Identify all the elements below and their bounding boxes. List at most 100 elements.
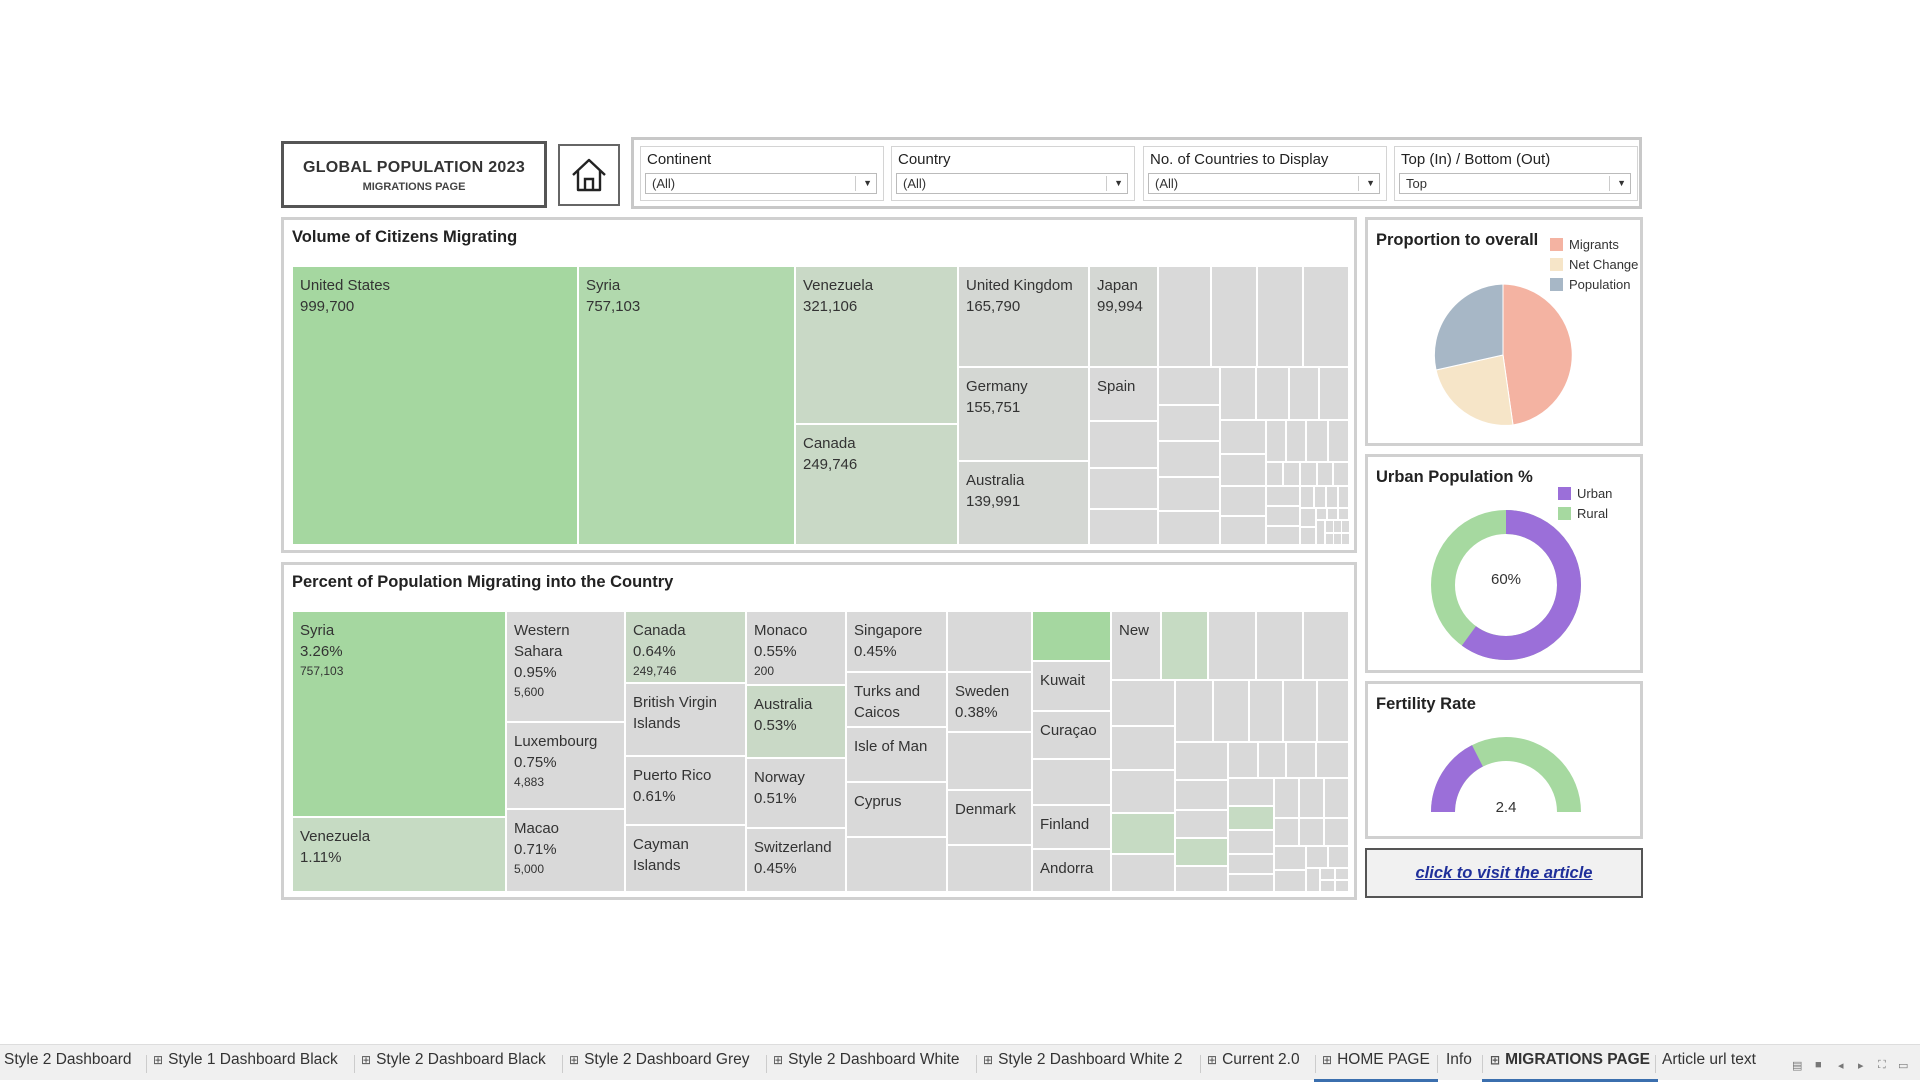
chevron-down-icon[interactable]: ▼ xyxy=(1114,174,1123,193)
tab-migrations-page[interactable]: ⊞ MIGRATIONS PAGE xyxy=(1482,1051,1659,1082)
next-sheet-icon[interactable]: ▸ xyxy=(1858,1059,1864,1072)
treemap-tile[interactable] xyxy=(1326,486,1338,508)
treemap-tile[interactable]: Syria 757,103 xyxy=(578,266,795,545)
treemap-tile[interactable]: Luxembourg 0.75% 4,883 xyxy=(506,722,625,809)
tab-current-2-0[interactable]: ⊞ Current 2.0 xyxy=(1207,1051,1300,1079)
continent-filter[interactable]: Continent (All) ▼ xyxy=(640,146,884,201)
home-button[interactable] xyxy=(558,144,620,206)
treemap-tile[interactable] xyxy=(1111,680,1175,726)
treemap-tile[interactable] xyxy=(1175,810,1228,838)
treemap-tile[interactable]: Andorra xyxy=(1032,849,1111,892)
treemap-tile[interactable] xyxy=(1300,527,1316,545)
tab-home-page[interactable]: ⊞ HOME PAGE xyxy=(1314,1051,1438,1082)
tab-style-2-dashboard-white[interactable]: ⊞ Style 2 Dashboard White xyxy=(773,1051,960,1079)
treemap-tile[interactable] xyxy=(1175,680,1213,742)
treemap-tile[interactable] xyxy=(1303,611,1349,680)
treemap-tile[interactable] xyxy=(1111,813,1175,854)
treemap-tile[interactable] xyxy=(1274,778,1299,818)
treemap-tile[interactable] xyxy=(1319,367,1349,420)
treemap-tile[interactable] xyxy=(1341,520,1350,533)
treemap-tile[interactable] xyxy=(1220,420,1266,454)
article-link[interactable]: click to visit the article xyxy=(1416,864,1593,883)
treemap-tile[interactable] xyxy=(1328,420,1349,462)
treemap-tile[interactable] xyxy=(1283,462,1300,486)
treemap-tile[interactable] xyxy=(1306,868,1320,892)
treemap-tile[interactable]: Cyprus xyxy=(846,782,947,837)
treemap-tile[interactable] xyxy=(1228,806,1274,830)
treemap-tile[interactable]: Canada 249,746 xyxy=(795,424,958,545)
film-strip-icon[interactable]: ■ xyxy=(1815,1059,1822,1071)
treemap-tile[interactable]: Sweden 0.38% xyxy=(947,672,1032,732)
top-bottom-filter[interactable]: Top (In) / Bottom (Out) Top ▼ xyxy=(1394,146,1638,201)
treemap-tile[interactable]: Denmark xyxy=(947,790,1032,845)
country-select[interactable]: (All) ▼ xyxy=(896,173,1128,194)
treemap-tile[interactable] xyxy=(1316,508,1327,520)
country-filter[interactable]: Country (All) ▼ xyxy=(891,146,1135,201)
treemap-tile[interactable]: Norway 0.51% xyxy=(746,758,846,828)
treemap-tile[interactable]: Curaçao xyxy=(1032,711,1111,759)
treemap-tile[interactable] xyxy=(1286,420,1306,462)
treemap-tile[interactable] xyxy=(1300,508,1316,527)
treemap-tile[interactable] xyxy=(1111,770,1175,813)
treemap-tile[interactable] xyxy=(947,732,1032,790)
treemap-tile[interactable] xyxy=(1175,780,1228,810)
treemap-tile[interactable] xyxy=(1306,846,1328,868)
treemap-tile[interactable] xyxy=(1338,486,1349,508)
treemap-tile[interactable] xyxy=(1266,486,1300,506)
treemap-tile[interactable] xyxy=(1175,742,1228,780)
continent-select[interactable]: (All) ▼ xyxy=(645,173,877,194)
treemap-tile[interactable] xyxy=(1111,854,1175,892)
treemap-tile[interactable] xyxy=(1335,868,1349,880)
treemap-tile[interactable] xyxy=(1324,818,1349,846)
top-bottom-select[interactable]: Top ▼ xyxy=(1399,173,1631,194)
fullscreen-icon[interactable]: ⛶ xyxy=(1878,1059,1886,1072)
treemap-tile[interactable]: Macao 0.71% 5,000 xyxy=(506,809,625,892)
treemap-tile[interactable] xyxy=(1213,680,1249,742)
treemap-tile[interactable] xyxy=(947,611,1032,672)
treemap-tile[interactable] xyxy=(1341,533,1350,545)
treemap-tile[interactable]: Western Sahara 0.95% 5,600 xyxy=(506,611,625,722)
treemap-tile[interactable] xyxy=(1266,420,1286,462)
treemap-tile[interactable] xyxy=(1175,838,1228,866)
tab-info[interactable]: Info xyxy=(1446,1051,1472,1079)
treemap-tile[interactable] xyxy=(1089,509,1158,545)
tab-style-2-dashboard-grey[interactable]: ⊞ Style 2 Dashboard Grey xyxy=(569,1051,749,1079)
treemap-tile[interactable]: Switzerland 0.45% xyxy=(746,828,846,892)
treemap-tile[interactable] xyxy=(1306,420,1328,462)
previous-sheet-icon[interactable]: ◂ xyxy=(1838,1059,1844,1072)
treemap-tile[interactable] xyxy=(1228,874,1274,892)
treemap-tile[interactable] xyxy=(1158,367,1220,405)
sheet-sorter-icon[interactable]: ▤ xyxy=(1792,1059,1802,1072)
treemap-tile[interactable] xyxy=(1228,742,1258,778)
treemap-tile[interactable]: British Virgin Islands xyxy=(625,683,746,756)
treemap-tile[interactable] xyxy=(846,837,947,892)
treemap-tile[interactable]: Germany 155,751 xyxy=(958,367,1089,461)
presentation-icon[interactable]: ▭ xyxy=(1898,1059,1908,1072)
treemap-tile[interactable] xyxy=(1333,462,1349,486)
treemap-tile[interactable] xyxy=(1228,778,1274,806)
treemap-tile[interactable] xyxy=(1220,486,1266,516)
treemap-tile[interactable] xyxy=(1266,506,1300,526)
treemap-tile[interactable] xyxy=(1300,486,1314,508)
treemap-tile[interactable]: Syria 3.26% 757,103 xyxy=(292,611,506,817)
treemap-tile[interactable] xyxy=(1111,726,1175,770)
treemap-tile[interactable] xyxy=(1032,759,1111,805)
pie-slice-migrants[interactable] xyxy=(1502,283,1573,426)
treemap-tile[interactable] xyxy=(1161,611,1208,680)
treemap-tile[interactable] xyxy=(1316,742,1349,778)
treemap-tile[interactable]: Cayman Islands xyxy=(625,825,746,892)
treemap-tile[interactable] xyxy=(1175,866,1228,892)
treemap-tile[interactable] xyxy=(1320,868,1335,880)
treemap-tile[interactable] xyxy=(1274,818,1299,846)
treemap-tile[interactable] xyxy=(1220,516,1266,545)
treemap-tile[interactable]: New xyxy=(1111,611,1161,680)
treemap-tile[interactable]: Monaco 0.55% 200 xyxy=(746,611,846,685)
chevron-down-icon[interactable]: ▼ xyxy=(1617,174,1626,193)
treemap-tile[interactable] xyxy=(1220,454,1266,486)
treemap-tile[interactable] xyxy=(1338,508,1349,520)
treemap-tile[interactable] xyxy=(1335,880,1349,892)
tab-article-url-text[interactable]: Article url text xyxy=(1662,1051,1756,1079)
treemap-tile[interactable]: Spain xyxy=(1089,367,1158,421)
treemap-tile[interactable] xyxy=(1320,880,1335,892)
pie-slice-population[interactable] xyxy=(1433,283,1504,371)
